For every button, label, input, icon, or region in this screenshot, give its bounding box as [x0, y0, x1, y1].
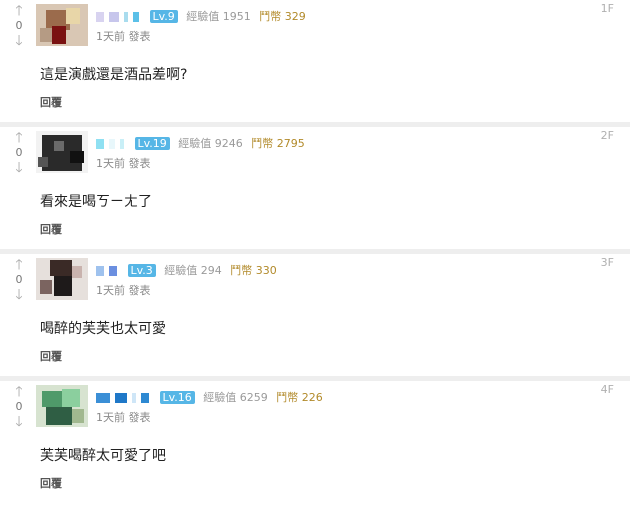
gp-stat: 鬥幣 226	[276, 391, 323, 404]
avatar[interactable]	[36, 4, 88, 46]
vote-count: 0	[15, 400, 23, 413]
gp-stat: 鬥幣 2795	[251, 137, 305, 150]
floor-number: 1F	[600, 2, 614, 15]
comment-text: 看來是喝ㄎㄧㄤ了	[40, 194, 152, 210]
level-badge: Lv.9	[149, 9, 178, 23]
avatar[interactable]	[36, 131, 88, 173]
vote-count: 0	[15, 146, 23, 159]
user-meta: Lv.19 經驗值 9246 鬥幣 2795	[96, 135, 305, 151]
vote-widget: 🡑 0 🡓	[10, 385, 28, 429]
user-meta: Lv.16 經驗值 6259 鬥幣 226	[96, 389, 323, 405]
post-time: 1天前 發表	[96, 30, 151, 43]
exp-stat: 經驗值 6259	[203, 391, 268, 404]
up-arrow-icon[interactable]: 🡑	[10, 131, 28, 145]
comment-2: 🡑 0 🡓 Lv.19 經驗值 9246 鬥幣 2795 1天前 發表 2F 看…	[0, 127, 630, 254]
vote-widget: 🡑 0 🡓	[10, 131, 28, 175]
vote-widget: 🡑 0 🡓	[10, 258, 28, 302]
user-meta: Lv.3 經驗值 294 鬥幣 330	[96, 262, 277, 278]
floor-number: 2F	[600, 129, 614, 142]
level-badge: Lv.3	[127, 263, 156, 277]
vote-widget: 🡑 0 🡓	[10, 4, 28, 48]
avatar[interactable]	[36, 385, 88, 427]
comment-text: 這是演戲還是酒品差啊?	[40, 67, 188, 83]
post-time: 1天前 發表	[96, 284, 151, 297]
user-meta: Lv.9 經驗值 1951 鬥幣 329	[96, 8, 306, 24]
level-badge: Lv.16	[159, 390, 195, 404]
reply-button[interactable]: 回覆	[40, 221, 62, 237]
username-blurred[interactable]	[96, 137, 129, 149]
floor-number: 4F	[600, 383, 614, 396]
down-arrow-icon[interactable]: 🡓	[10, 34, 28, 48]
comment-1: 🡑 0 🡓 Lv.9 經驗值 1951 鬥幣 329 1天前 發表 1F 這是演…	[0, 0, 630, 127]
level-badge: Lv.19	[134, 136, 170, 150]
username-blurred[interactable]	[96, 10, 144, 22]
reply-button[interactable]: 回覆	[40, 475, 62, 491]
exp-stat: 經驗值 1951	[186, 10, 251, 23]
down-arrow-icon[interactable]: 🡓	[10, 288, 28, 302]
vote-count: 0	[15, 19, 23, 32]
post-time: 1天前 發表	[96, 411, 151, 424]
avatar[interactable]	[36, 258, 88, 300]
username-blurred[interactable]	[96, 264, 122, 276]
floor-number: 3F	[600, 256, 614, 269]
username-blurred[interactable]	[96, 391, 154, 403]
comment-3: 🡑 0 🡓 Lv.3 經驗值 294 鬥幣 330 1天前 發表 3F 喝醉的芙…	[0, 254, 630, 381]
exp-stat: 經驗值 9246	[178, 137, 243, 150]
comment-text: 喝醉的芙芙也太可愛	[40, 321, 166, 337]
exp-stat: 經驗值 294	[164, 264, 222, 277]
up-arrow-icon[interactable]: 🡑	[10, 385, 28, 399]
down-arrow-icon[interactable]: 🡓	[10, 161, 28, 175]
reply-button[interactable]: 回覆	[40, 94, 62, 110]
comment-text: 芙芙喝醉太可愛了吧	[40, 448, 166, 464]
down-arrow-icon[interactable]: 🡓	[10, 415, 28, 429]
comment-4: 🡑 0 🡓 Lv.16 經驗值 6259 鬥幣 226 1天前 發表 4F 芙芙…	[0, 381, 630, 506]
up-arrow-icon[interactable]: 🡑	[10, 258, 28, 272]
vote-count: 0	[15, 273, 23, 286]
up-arrow-icon[interactable]: 🡑	[10, 4, 28, 18]
post-time: 1天前 發表	[96, 157, 151, 170]
gp-stat: 鬥幣 330	[230, 264, 277, 277]
gp-stat: 鬥幣 329	[259, 10, 306, 23]
reply-button[interactable]: 回覆	[40, 348, 62, 364]
